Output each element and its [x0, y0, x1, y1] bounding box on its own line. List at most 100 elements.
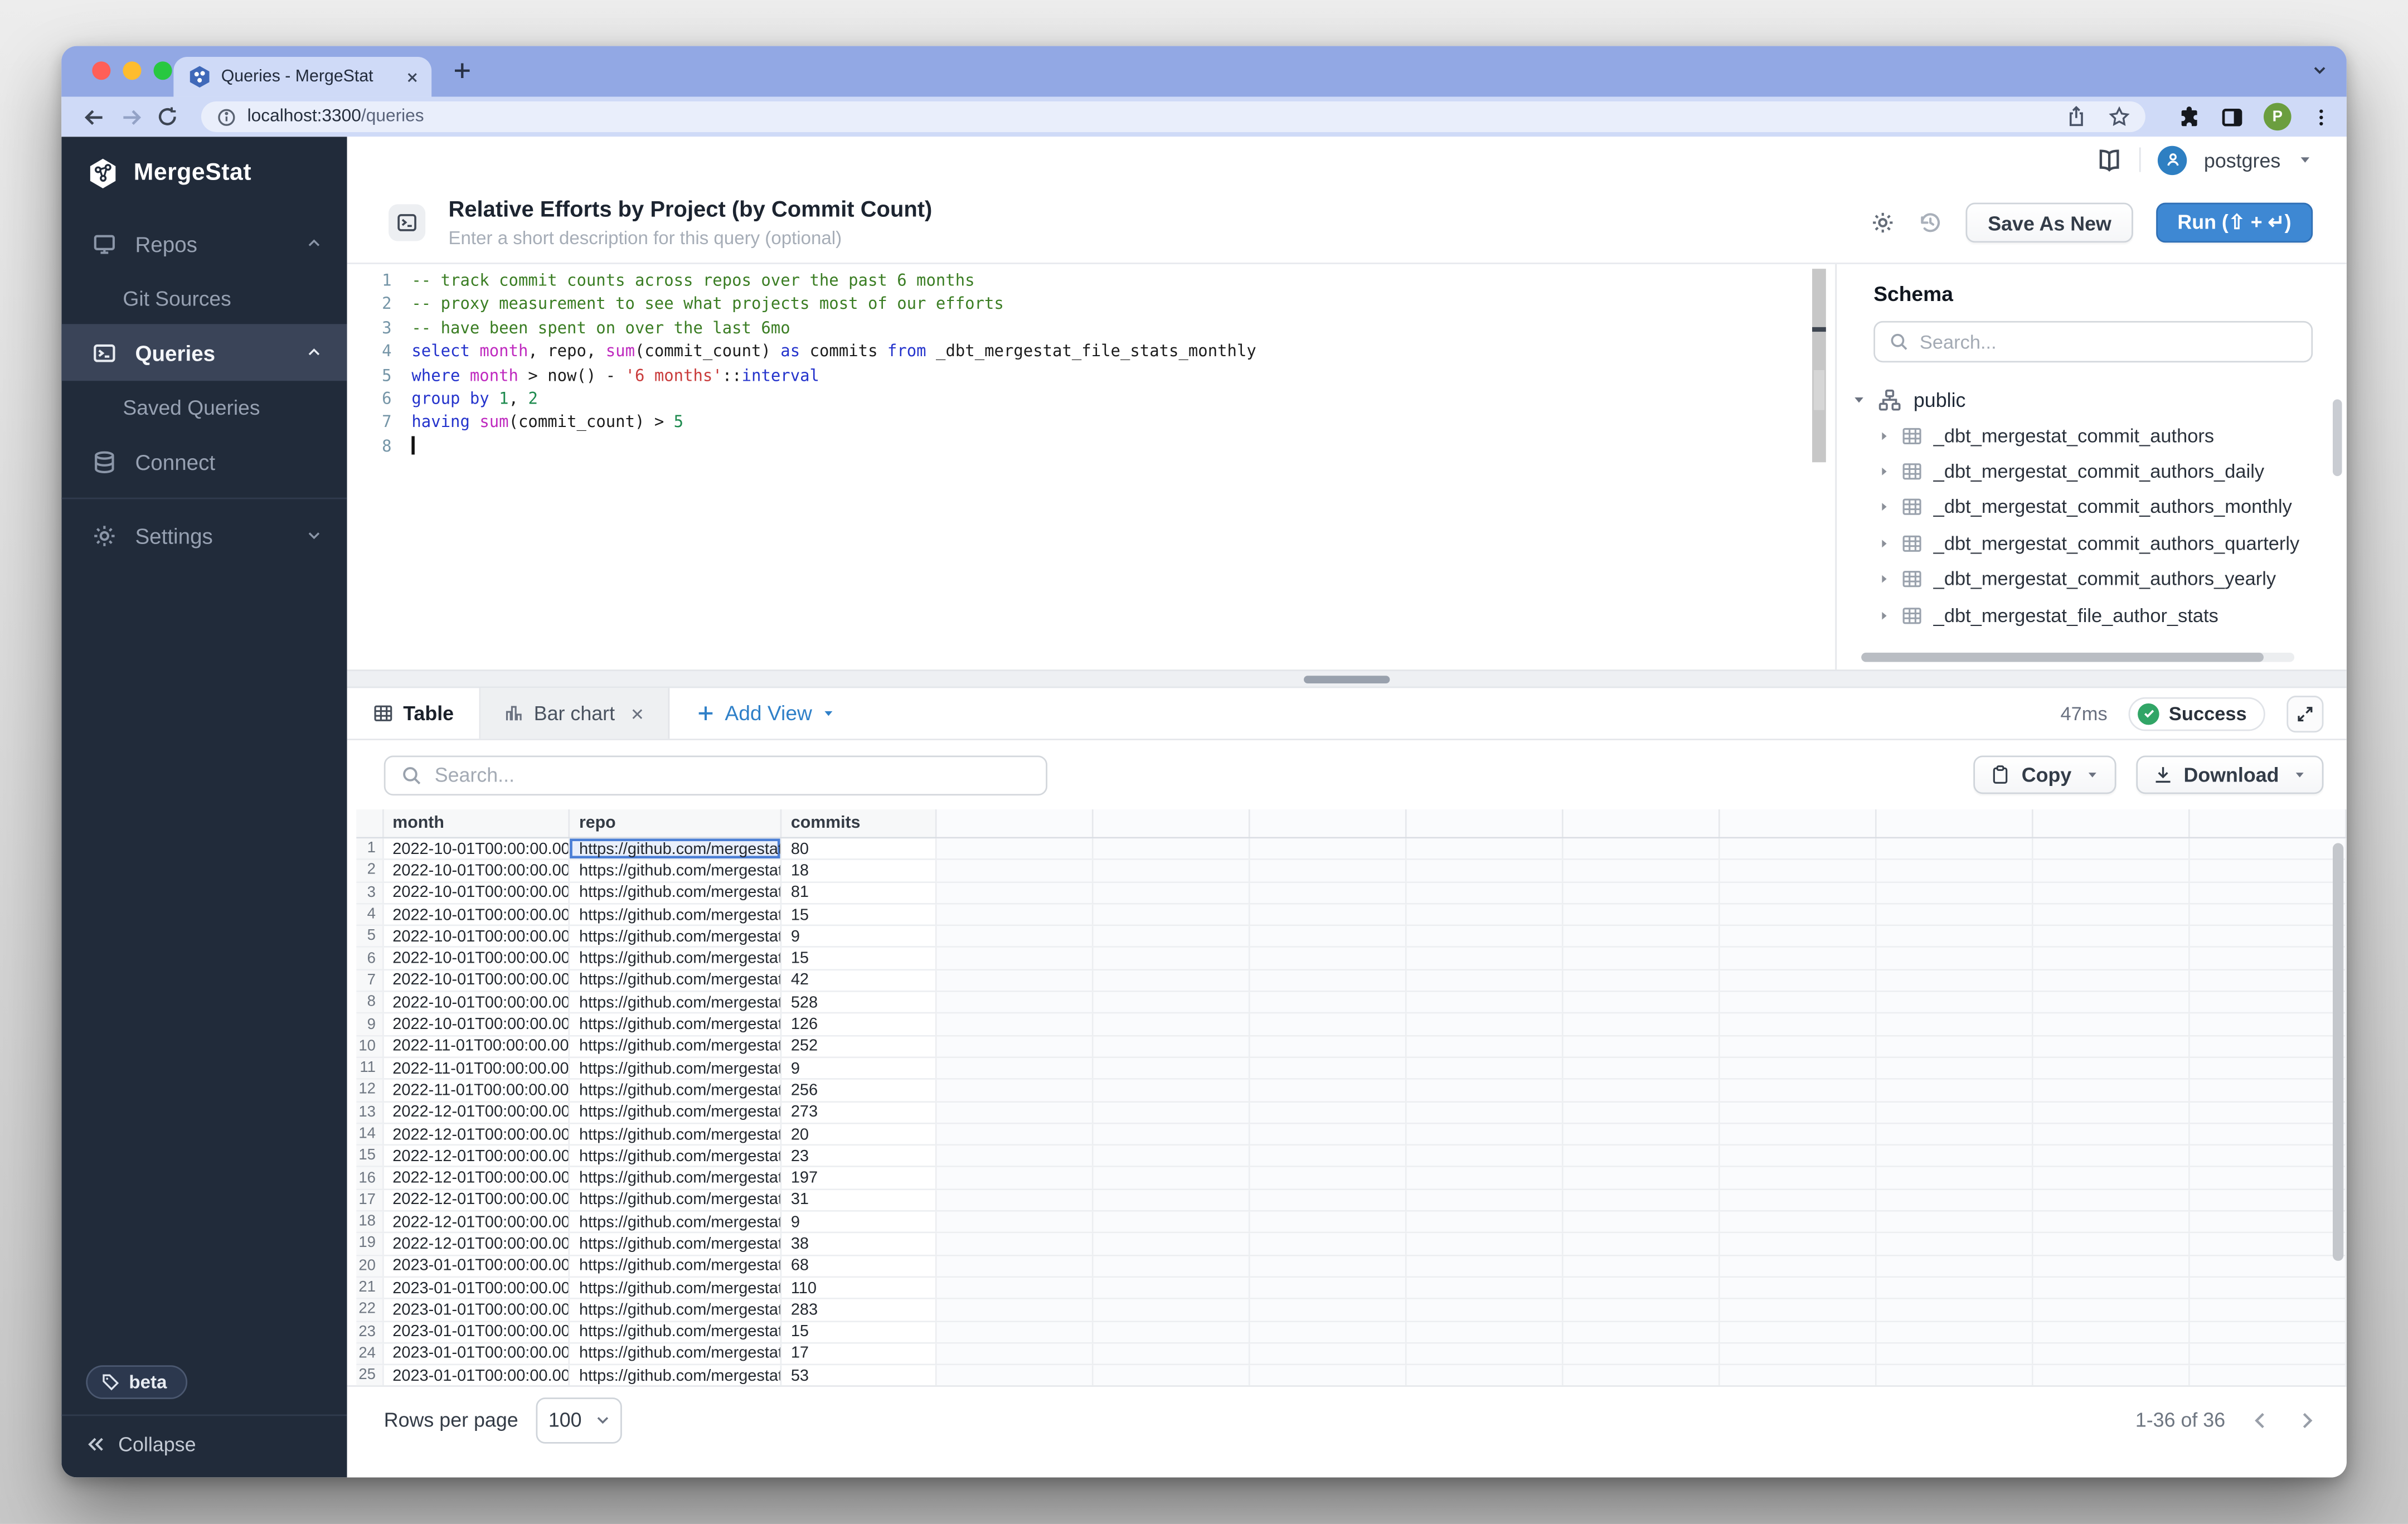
- table-row[interactable]: 232023-01-01T00:00:00.000Zhttps://github…: [356, 1322, 2347, 1343]
- run-query-button[interactable]: Run (⇧ + ↵): [2156, 203, 2313, 243]
- cell-commits[interactable]: 9: [781, 926, 937, 947]
- cell-repo[interactable]: https://github.com/mergestat/...: [570, 882, 781, 903]
- cell-commits[interactable]: 9: [781, 1058, 937, 1079]
- cell-month[interactable]: 2022-10-01T00:00:00.000Z: [383, 882, 570, 903]
- tab-close-icon[interactable]: [405, 70, 419, 84]
- table-row[interactable]: 242023-01-01T00:00:00.000Zhttps://github…: [356, 1343, 2347, 1365]
- browser-tab[interactable]: Queries - MergeStat: [173, 57, 431, 97]
- column-header[interactable]: repo: [570, 809, 781, 837]
- cell-month[interactable]: 2022-10-01T00:00:00.000Z: [383, 992, 570, 1013]
- sql-editor[interactable]: 12345678 -- track commit counts across r…: [347, 264, 1836, 669]
- cell-repo[interactable]: https://github.com/mergestat/...: [570, 1343, 781, 1364]
- url-bar[interactable]: localhost:3300/queries: [201, 101, 2145, 132]
- editor-scrollbar[interactable]: [1812, 269, 1826, 462]
- code-line[interactable]: -- track commit counts across repos over…: [411, 270, 1835, 294]
- splitter-handle[interactable]: [1304, 675, 1390, 683]
- cell-repo[interactable]: https://github.com/mergestat/...: [570, 970, 781, 991]
- cell-commits[interactable]: 15: [781, 948, 937, 969]
- cell-repo[interactable]: https://github.com/mergestat/...: [570, 948, 781, 969]
- sidebar-item-queries[interactable]: Queries: [61, 324, 347, 381]
- chevron-right-icon[interactable]: [1878, 537, 1890, 550]
- cell-commits[interactable]: 68: [781, 1256, 937, 1277]
- cell-month[interactable]: 2023-01-01T00:00:00.000Z: [383, 1299, 570, 1320]
- column-header[interactable]: commits: [781, 809, 937, 837]
- cell-repo[interactable]: https://github.com/mergestat/...: [570, 992, 781, 1013]
- pane-splitter[interactable]: [347, 669, 2347, 688]
- cell-month[interactable]: 2022-11-01T00:00:00.000Z: [383, 1036, 570, 1057]
- table-row[interactable]: 82022-10-01T00:00:00.000Zhttps://github.…: [356, 992, 2347, 1014]
- cell-month[interactable]: 2022-10-01T00:00:00.000Z: [383, 838, 570, 859]
- cell-repo[interactable]: https://github.com/mergestat/...: [570, 1366, 781, 1385]
- reload-icon[interactable]: [157, 106, 178, 128]
- cell-commits[interactable]: 252: [781, 1036, 937, 1057]
- cell-commits[interactable]: 256: [781, 1080, 937, 1101]
- cell-commits[interactable]: 38: [781, 1234, 937, 1254]
- schema-table-row[interactable]: _dbt_mergestat_commit_authors_quarterly: [1837, 526, 2347, 561]
- cell-repo[interactable]: https://github.com/mergestat/...: [570, 1190, 781, 1211]
- current-user[interactable]: postgres: [2204, 148, 2280, 171]
- code-line[interactable]: -- have been spent on over the last 6mo: [411, 318, 1835, 341]
- table-row[interactable]: 92022-10-01T00:00:00.000Zhttps://github.…: [356, 1014, 2347, 1036]
- cell-commits[interactable]: 80: [781, 838, 937, 859]
- cell-repo[interactable]: https://github.com/mergestat/...: [570, 1278, 781, 1298]
- chevron-right-icon[interactable]: [1878, 501, 1890, 513]
- info-icon[interactable]: [216, 106, 236, 127]
- table-row[interactable]: 252023-01-01T00:00:00.000Zhttps://github…: [356, 1366, 2347, 1385]
- cell-repo[interactable]: https://github.com/mergestat/...: [570, 926, 781, 947]
- cell-month[interactable]: 2023-01-01T00:00:00.000Z: [383, 1322, 570, 1342]
- results-search-input[interactable]: Search...: [384, 755, 1047, 795]
- rows-per-page-select[interactable]: 100: [537, 1397, 623, 1443]
- table-row[interactable]: 202023-01-01T00:00:00.000Zhttps://github…: [356, 1256, 2347, 1278]
- cell-commits[interactable]: 126: [781, 1014, 937, 1035]
- share-icon[interactable]: [2066, 106, 2087, 128]
- table-row[interactable]: 122022-11-01T00:00:00.000Zhttps://github…: [356, 1080, 2347, 1102]
- cell-month[interactable]: 2022-10-01T00:00:00.000Z: [383, 948, 570, 969]
- user-menu-chevron-icon[interactable]: [2298, 152, 2313, 168]
- cell-month[interactable]: 2022-11-01T00:00:00.000Z: [383, 1058, 570, 1079]
- cell-month[interactable]: 2022-10-01T00:00:00.000Z: [383, 1014, 570, 1035]
- kebab-menu-icon[interactable]: [2311, 106, 2331, 127]
- cell-month[interactable]: 2022-12-01T00:00:00.000Z: [383, 1102, 570, 1123]
- expand-results-button[interactable]: [2286, 695, 2323, 732]
- table-row[interactable]: 72022-10-01T00:00:00.000Zhttps://github.…: [356, 970, 2347, 992]
- new-tab-button[interactable]: [452, 60, 473, 81]
- cell-repo[interactable]: https://github.com/mergestat/...: [570, 1146, 781, 1167]
- table-row[interactable]: 162022-12-01T00:00:00.000Zhttps://github…: [356, 1168, 2347, 1190]
- chevron-right-icon[interactable]: [1878, 465, 1890, 478]
- sidebar-item-saved-queries[interactable]: Saved Queries: [61, 381, 347, 433]
- table-row[interactable]: 42022-10-01T00:00:00.000Zhttps://github.…: [356, 904, 2347, 926]
- cell-repo[interactable]: https://github.com/mergestat/...: [570, 1212, 781, 1232]
- sidebar-item-settings[interactable]: Settings: [61, 507, 347, 564]
- code-line[interactable]: select month, repo, sum(commit_count) as…: [411, 341, 1835, 365]
- table-row[interactable]: 102022-11-01T00:00:00.000Zhttps://github…: [356, 1036, 2347, 1058]
- code-line[interactable]: [411, 436, 1835, 459]
- schema-table-row[interactable]: _dbt_mergestat_commit_authors: [1837, 418, 2347, 453]
- save-as-new-button[interactable]: Save As New: [1967, 203, 2133, 243]
- chevron-down-icon[interactable]: [1852, 393, 1866, 407]
- table-row[interactable]: 62022-10-01T00:00:00.000Zhttps://github.…: [356, 948, 2347, 970]
- cell-commits[interactable]: 42: [781, 970, 937, 991]
- cell-commits[interactable]: 273: [781, 1102, 937, 1123]
- browser-profile-avatar[interactable]: P: [2264, 103, 2292, 131]
- code-line[interactable]: where month > now() - '6 months'::interv…: [411, 365, 1835, 389]
- cell-month[interactable]: 2023-01-01T00:00:00.000Z: [383, 1343, 570, 1364]
- schema-table-row[interactable]: _dbt_mergestat_commit_authors_daily: [1837, 454, 2347, 489]
- close-window-button[interactable]: [92, 61, 110, 80]
- mergestat-logo[interactable]: MergeStat: [61, 137, 347, 190]
- schema-table-row[interactable]: _dbt_mergestat_commit_authors_monthly: [1837, 489, 2347, 525]
- chevron-right-icon[interactable]: [1878, 609, 1890, 622]
- cell-commits[interactable]: 17: [781, 1343, 937, 1364]
- query-title[interactable]: Relative Efforts by Project (by Commit C…: [448, 197, 932, 222]
- cell-month[interactable]: 2022-10-01T00:00:00.000Z: [383, 926, 570, 947]
- code-line[interactable]: group by 1, 2: [411, 389, 1835, 412]
- cell-commits[interactable]: 15: [781, 1322, 937, 1342]
- side-panel-icon[interactable]: [2221, 105, 2244, 128]
- table-row[interactable]: 152022-12-01T00:00:00.000Zhttps://github…: [356, 1146, 2347, 1168]
- next-page-icon[interactable]: [2296, 1409, 2318, 1431]
- table-row[interactable]: 32022-10-01T00:00:00.000Zhttps://github.…: [356, 882, 2347, 904]
- cell-month[interactable]: 2022-12-01T00:00:00.000Z: [383, 1212, 570, 1232]
- code-line[interactable]: having sum(commit_count) > 5: [411, 412, 1835, 435]
- cell-repo[interactable]: https://github.com/mergestat/...: [570, 1102, 781, 1123]
- query-description-placeholder[interactable]: Enter a short description for this query…: [448, 226, 932, 248]
- table-row[interactable]: 182022-12-01T00:00:00.000Zhttps://github…: [356, 1212, 2347, 1234]
